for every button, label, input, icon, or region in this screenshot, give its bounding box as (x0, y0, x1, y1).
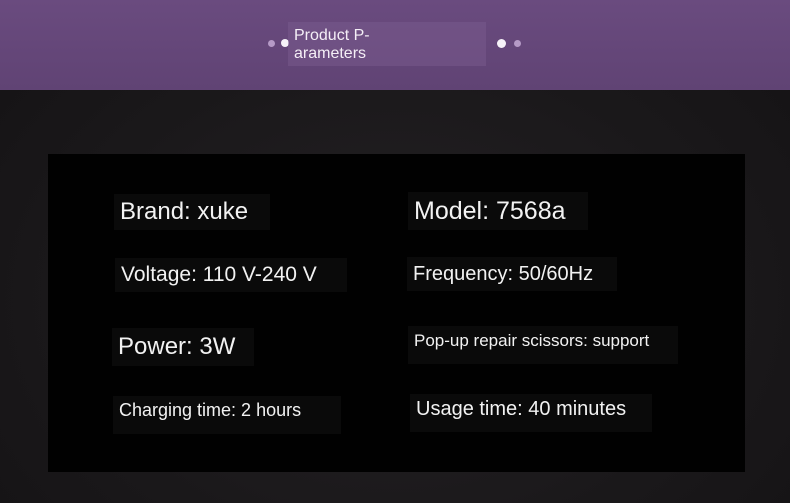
spec-pop-up-scissors: Pop-up repair scissors: support (408, 326, 678, 364)
carousel-dot-icon (514, 40, 521, 47)
spec-power: Power: 3W (112, 328, 254, 366)
page-title: Product P- arameters (294, 27, 370, 62)
spec-model: Model: 7568a (408, 192, 588, 230)
product-parameters-banner: Product P- arameters Brand: xuke Model: … (0, 0, 790, 503)
header-band: Product P- arameters (0, 0, 790, 90)
spec-brand: Brand: xuke (114, 194, 270, 230)
carousel-dot-icon (497, 39, 506, 48)
carousel-dot-icon (268, 40, 275, 47)
spec-voltage: Voltage: 110 V-240 V (115, 258, 347, 292)
spec-charging-time: Charging time: 2 hours (113, 396, 341, 434)
spec-frequency: Frequency: 50/60Hz (407, 257, 617, 291)
spec-usage-time: Usage time: 40 minutes (410, 394, 652, 432)
